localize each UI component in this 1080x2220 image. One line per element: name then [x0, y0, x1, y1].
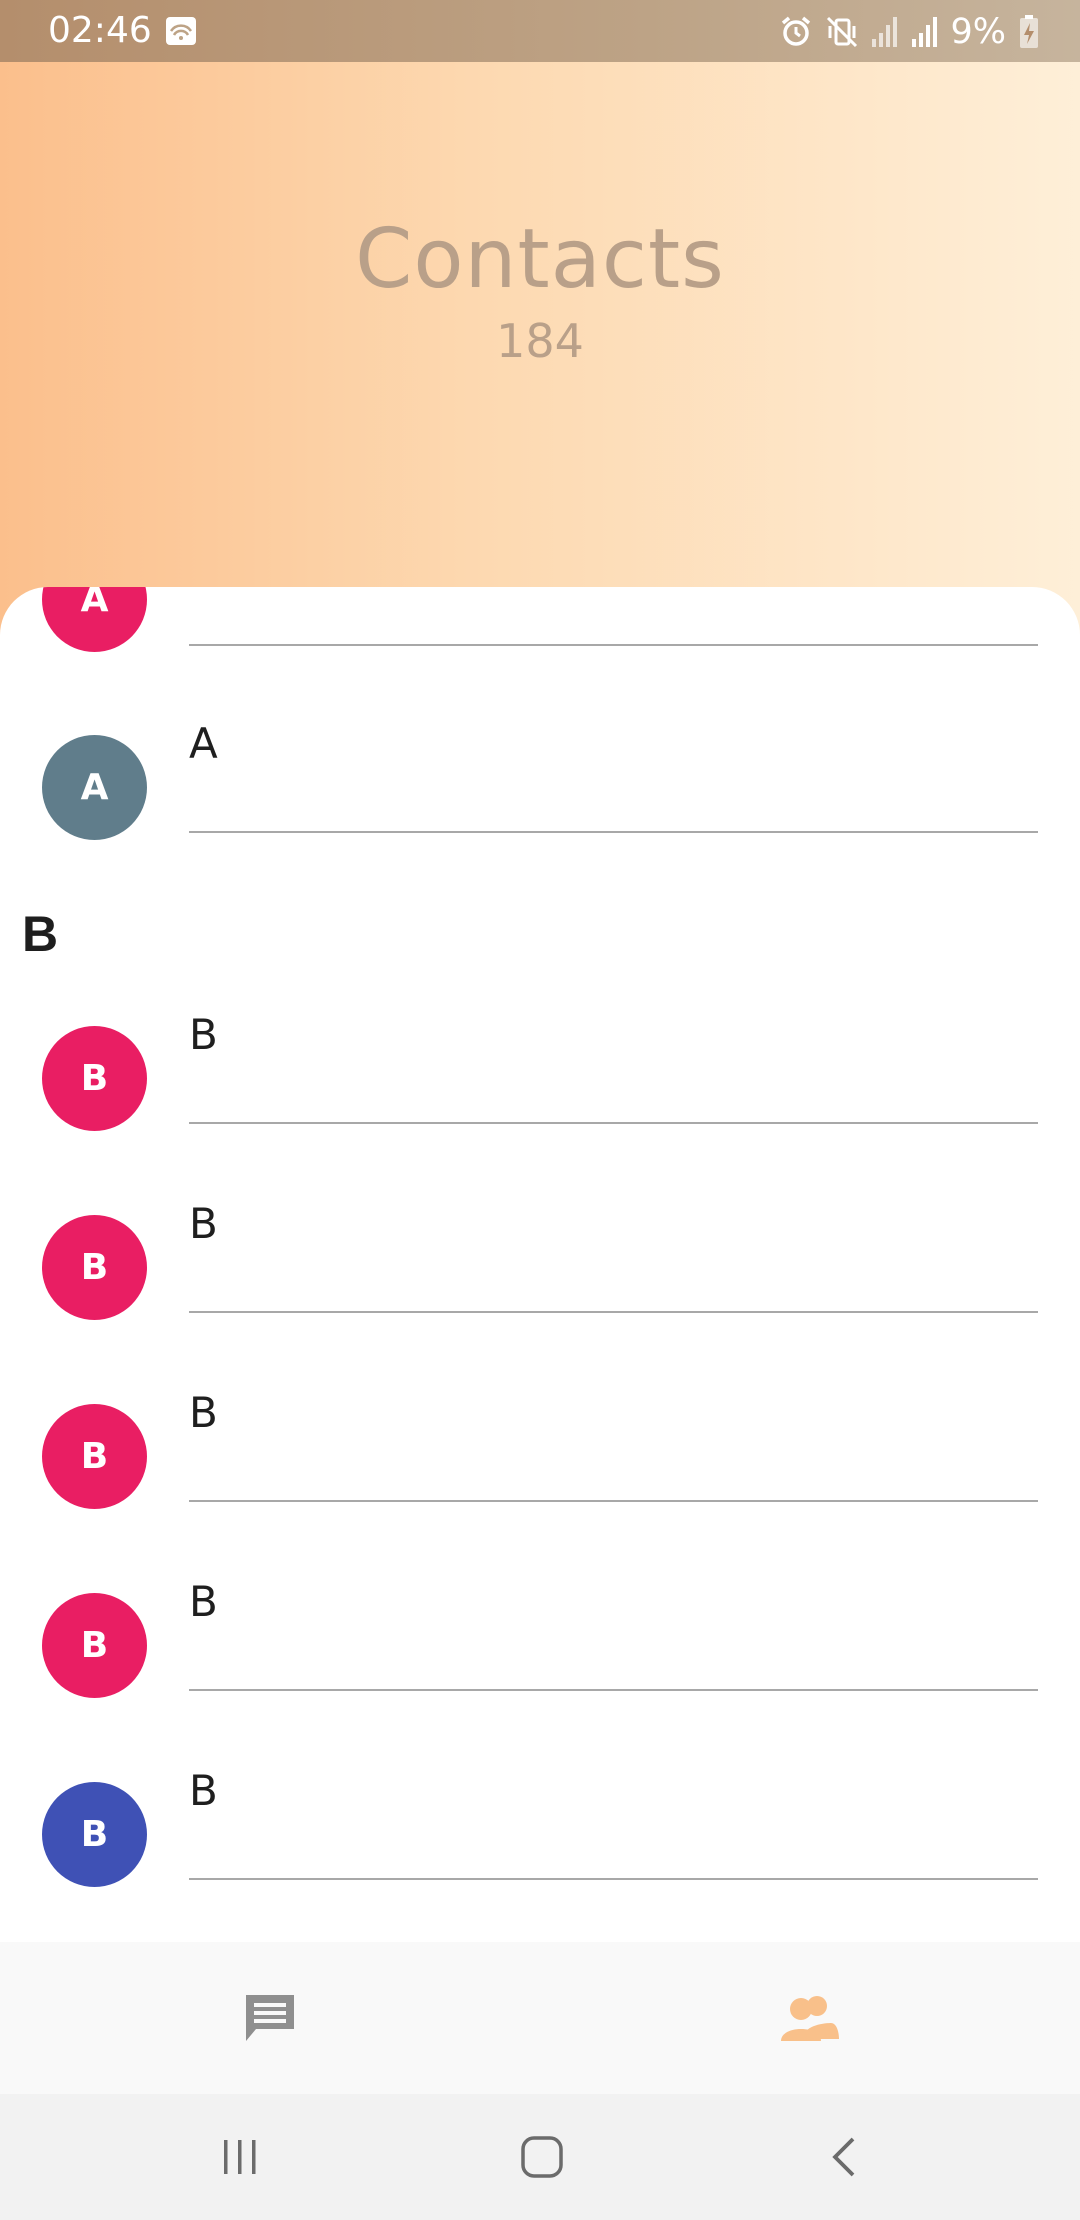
page-title: Contacts [355, 212, 725, 307]
avatar: B [42, 1215, 147, 1320]
divider [189, 831, 1038, 833]
avatar: A [42, 587, 147, 652]
avatar: B [42, 1593, 147, 1698]
status-time: 02:46 [48, 10, 152, 51]
status-bar: 02:46 9% [0, 0, 1080, 62]
message-icon [166, 17, 196, 45]
contact-name: A [189, 719, 218, 768]
avatar-initial: B [80, 1058, 109, 1099]
signal-icon [912, 17, 938, 47]
header: Contacts 184 [0, 62, 1080, 662]
avatar-initial: B [80, 1814, 109, 1855]
back-icon [832, 2137, 855, 2177]
contact-name: B [189, 1388, 218, 1437]
recent-apps-icon [224, 2140, 256, 2174]
avatar-initial: A [80, 767, 109, 808]
section-header: B [22, 906, 59, 962]
avatar: B [42, 1782, 147, 1887]
divider [189, 1878, 1038, 1880]
divider [189, 1122, 1038, 1124]
contact-name: B [189, 1010, 218, 1059]
contact-name: B [189, 1199, 218, 1248]
tab-contacts[interactable] [540, 1942, 1080, 2094]
avatar-initial: B [80, 1625, 109, 1666]
contacts-count: 184 [496, 314, 584, 368]
divider [189, 1311, 1038, 1313]
system-nav-bar [0, 2094, 1080, 2220]
battery-percent: 9% [950, 12, 1006, 52]
avatar: A [42, 735, 147, 840]
contacts-icon [781, 1996, 839, 2041]
home-icon [521, 2136, 563, 2178]
avatar-initial: B [80, 1436, 109, 1477]
avatar-initial: A [80, 587, 109, 620]
contact-name: B [189, 1577, 218, 1626]
contact-row[interactable]: B B [0, 1199, 1080, 1388]
battery-charging-icon [1020, 15, 1038, 48]
divider [189, 644, 1038, 646]
status-icons: 9% [778, 12, 1040, 52]
contact-row[interactable]: B B [0, 1010, 1080, 1199]
bottom-tab-bar [0, 1942, 1080, 2094]
avatar-initial: B [80, 1247, 109, 1288]
contacts-list[interactable]: A A A B B B B B B B B B B B [0, 587, 1080, 1942]
contact-row[interactable]: B B [0, 1388, 1080, 1577]
home-button[interactable] [472, 2094, 612, 2220]
divider [189, 1500, 1038, 1502]
divider [189, 1689, 1038, 1691]
tab-messages[interactable] [0, 1942, 540, 2094]
contact-row[interactable]: B B [0, 1766, 1080, 1942]
avatar: B [42, 1404, 147, 1509]
contact-name: B [189, 1766, 218, 1815]
contact-row[interactable]: A [0, 587, 1080, 688]
back-button[interactable] [775, 2094, 915, 2220]
alarm-icon [782, 16, 811, 46]
contact-row[interactable]: A A [0, 719, 1080, 908]
recent-apps-button[interactable] [170, 2094, 310, 2220]
contact-row[interactable]: B B [0, 1577, 1080, 1766]
chat-icon [246, 1995, 294, 2041]
vibrate-icon [827, 16, 858, 48]
signal-icon [872, 17, 898, 47]
avatar: B [42, 1026, 147, 1131]
